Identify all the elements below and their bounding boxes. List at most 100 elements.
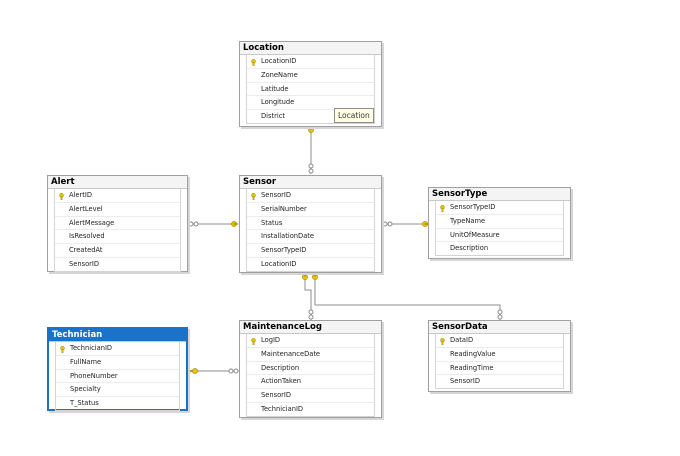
primary-key-icon xyxy=(250,58,257,67)
column-row[interactable]: LocationID xyxy=(247,55,374,69)
table-title[interactable]: Technician xyxy=(49,329,186,342)
column-name: Description xyxy=(261,363,300,372)
column-name: ReadingTime xyxy=(450,363,494,372)
column-row[interactable]: LogID xyxy=(247,334,374,348)
column-name: DataID xyxy=(450,336,474,344)
column-row[interactable]: TechnicianID xyxy=(56,342,179,356)
column-name: SensorID xyxy=(69,259,100,268)
primary-key-icon xyxy=(59,345,66,354)
column-row[interactable]: FullName xyxy=(56,356,179,370)
table-title[interactable]: Alert xyxy=(48,176,187,189)
key-endpoint-icon xyxy=(188,368,198,374)
column-row[interactable]: SensorID xyxy=(436,375,563,388)
table-title[interactable]: SensorData xyxy=(429,321,570,334)
column-row[interactable]: TechnicianID xyxy=(247,403,374,416)
column-list: DataID ReadingValue ReadingTime SensorID xyxy=(435,334,564,390)
column-name: T_Status xyxy=(70,399,99,408)
column-row[interactable]: PhoneNumber xyxy=(56,370,179,384)
table-title[interactable]: MaintenanceLog xyxy=(240,321,381,334)
table-sensor[interactable]: Sensor SensorID SerialNumber Status Install… xyxy=(239,175,382,273)
column-name: Specialty xyxy=(70,385,101,394)
column-row[interactable]: Description xyxy=(436,242,563,255)
column-name: LocationID xyxy=(261,57,297,65)
column-row[interactable]: MaintenanceDate xyxy=(247,348,374,362)
column-name: TechnicianID xyxy=(70,344,113,352)
relationship-alert-sensor[interactable] xyxy=(188,221,238,227)
relationship-maintenancelog-sensor[interactable] xyxy=(304,273,314,320)
column-row[interactable]: SensorID xyxy=(55,258,180,271)
primary-key-icon xyxy=(58,192,65,201)
primary-key-icon xyxy=(250,337,257,346)
primary-key-icon xyxy=(250,192,257,201)
column-name: TechnicianID xyxy=(261,404,304,413)
column-row[interactable]: Status xyxy=(247,217,374,231)
table-sensordata[interactable]: SensorData DataID ReadingValue ReadingTime… xyxy=(428,320,571,392)
table-title[interactable]: Location xyxy=(240,42,381,55)
column-name: FullName xyxy=(70,357,102,366)
column-row[interactable]: AlertID xyxy=(55,189,180,203)
column-name: SensorID xyxy=(261,191,292,199)
key-endpoint-icon xyxy=(312,272,318,280)
column-name: MaintenanceDate xyxy=(261,349,321,358)
column-row[interactable]: TypeName xyxy=(436,215,563,229)
table-sensortype[interactable]: SensorType SensorTypeID TypeName UnitOfMea… xyxy=(428,187,571,259)
column-name: District xyxy=(261,112,286,121)
column-row[interactable]: AlertMessage xyxy=(55,217,180,231)
column-row[interactable]: SerialNumber xyxy=(247,203,374,217)
primary-key-icon xyxy=(439,204,446,213)
column-row[interactable]: Specialty xyxy=(56,383,179,398)
column-list: SensorID SerialNumber Status InstallationDa… xyxy=(246,189,375,272)
column-name: SensorTypeID xyxy=(450,203,496,211)
column-list: LogID MaintenanceDate Description ActionTak… xyxy=(246,334,375,417)
column-row[interactable]: CreatedAt xyxy=(55,244,180,258)
column-name: ZoneName xyxy=(261,70,298,79)
relationship-sensor-location[interactable] xyxy=(308,127,314,174)
table-alert[interactable]: Alert AlertID AlertLevel AlertMessage IsRes… xyxy=(47,175,188,272)
column-list: TechnicianID FullName PhoneNumber Specialty… xyxy=(55,342,180,411)
table-maintenancelog[interactable]: MaintenanceLog LogID MaintenanceDate Descr… xyxy=(239,320,382,418)
column-row[interactable]: IsResolved xyxy=(55,230,180,245)
column-name: AlertLevel xyxy=(69,204,103,213)
table-technician[interactable]: Technician TechnicianID FullName PhoneNumb… xyxy=(47,327,188,411)
column-row[interactable]: ReadingTime xyxy=(436,362,563,376)
column-name: AlertMessage xyxy=(69,218,115,227)
column-row[interactable]: SensorTypeID xyxy=(247,244,374,258)
table-title[interactable]: SensorType xyxy=(429,188,570,201)
relationship-sensor-sensortype[interactable] xyxy=(382,221,428,227)
column-name: ActionTaken xyxy=(261,377,302,386)
column-name: PhoneNumber xyxy=(70,371,118,380)
column-row[interactable]: UnitOfMeasure xyxy=(436,229,563,243)
table-title[interactable]: Sensor xyxy=(240,176,381,189)
column-row[interactable]: AlertLevel xyxy=(55,203,180,217)
column-name: Description xyxy=(450,244,489,253)
column-name: InstallationDate xyxy=(261,232,315,241)
column-name: LocationID xyxy=(261,259,297,268)
column-name: Longitude xyxy=(261,98,295,107)
column-row[interactable]: Latitude xyxy=(247,83,374,97)
column-row[interactable]: ActionTaken xyxy=(247,375,374,390)
key-endpoint-icon xyxy=(231,221,238,227)
column-name: Status xyxy=(261,218,283,227)
column-row[interactable]: SensorID xyxy=(247,189,374,203)
column-row[interactable]: LocationID xyxy=(247,258,374,271)
column-list: SensorTypeID TypeName UnitOfMeasure Descrip… xyxy=(435,201,564,257)
column-name: Latitude xyxy=(261,84,289,93)
column-row[interactable]: SensorID xyxy=(247,389,374,403)
column-name: SensorID xyxy=(450,377,481,386)
column-name: LogID xyxy=(261,336,281,344)
column-name: SerialNumber xyxy=(261,204,307,213)
column-row[interactable]: DataID xyxy=(436,334,563,348)
column-name: IsResolved xyxy=(69,232,105,241)
column-name: CreatedAt xyxy=(69,246,103,255)
column-row[interactable]: ZoneName xyxy=(247,69,374,83)
column-row[interactable]: Description xyxy=(247,362,374,376)
column-name: SensorID xyxy=(261,391,292,400)
column-name: ReadingValue xyxy=(450,349,496,358)
column-row[interactable]: InstallationDate xyxy=(247,230,374,245)
column-row[interactable]: SensorTypeID xyxy=(436,201,563,215)
key-endpoint-icon xyxy=(302,272,308,280)
column-row[interactable]: ReadingValue xyxy=(436,348,563,362)
relationship-sensordata-sensor[interactable] xyxy=(314,273,503,320)
column-row[interactable]: T_Status xyxy=(56,397,179,410)
column-name: AlertID xyxy=(69,191,93,199)
